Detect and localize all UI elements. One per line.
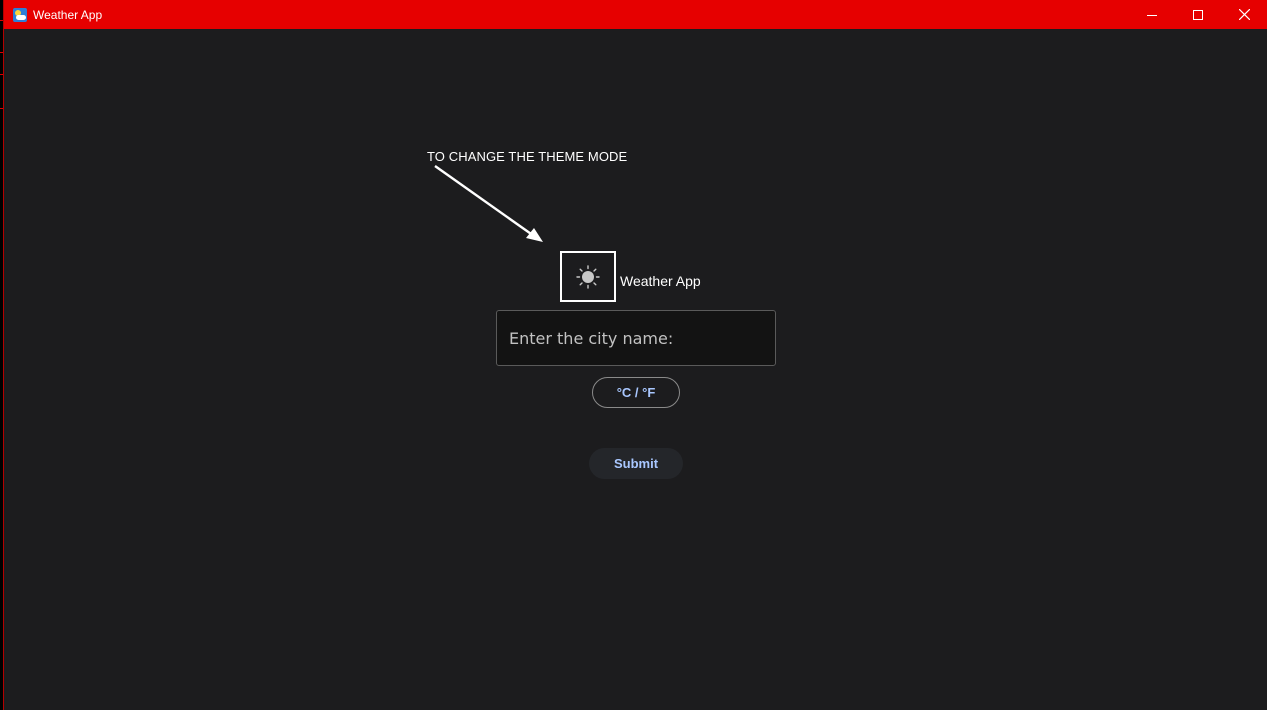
close-button[interactable] [1221, 0, 1267, 29]
maximize-icon [1193, 9, 1203, 20]
theme-toggle-button[interactable] [560, 251, 616, 302]
window-title: Weather App [33, 7, 103, 22]
sun-icon [576, 264, 600, 289]
title-bar[interactable]: Weather App [4, 0, 1267, 29]
minimize-icon [1147, 14, 1157, 16]
left-window-edge [0, 0, 4, 710]
arrow-icon [434, 165, 543, 242]
app-title: Weather App [620, 273, 701, 289]
weather-app-icon [13, 7, 27, 22]
edge-tick [0, 20, 3, 21]
window-controls [1129, 0, 1267, 29]
submit-button[interactable]: Submit [589, 448, 683, 479]
edge-tick [0, 52, 3, 53]
unit-toggle-button[interactable]: °C / °F [592, 377, 680, 408]
close-icon [1238, 9, 1250, 20]
edge-tick [0, 108, 3, 109]
city-name-input[interactable] [496, 310, 776, 366]
edge-tick [0, 74, 3, 75]
minimize-button[interactable] [1129, 0, 1175, 29]
maximize-button[interactable] [1175, 0, 1221, 29]
